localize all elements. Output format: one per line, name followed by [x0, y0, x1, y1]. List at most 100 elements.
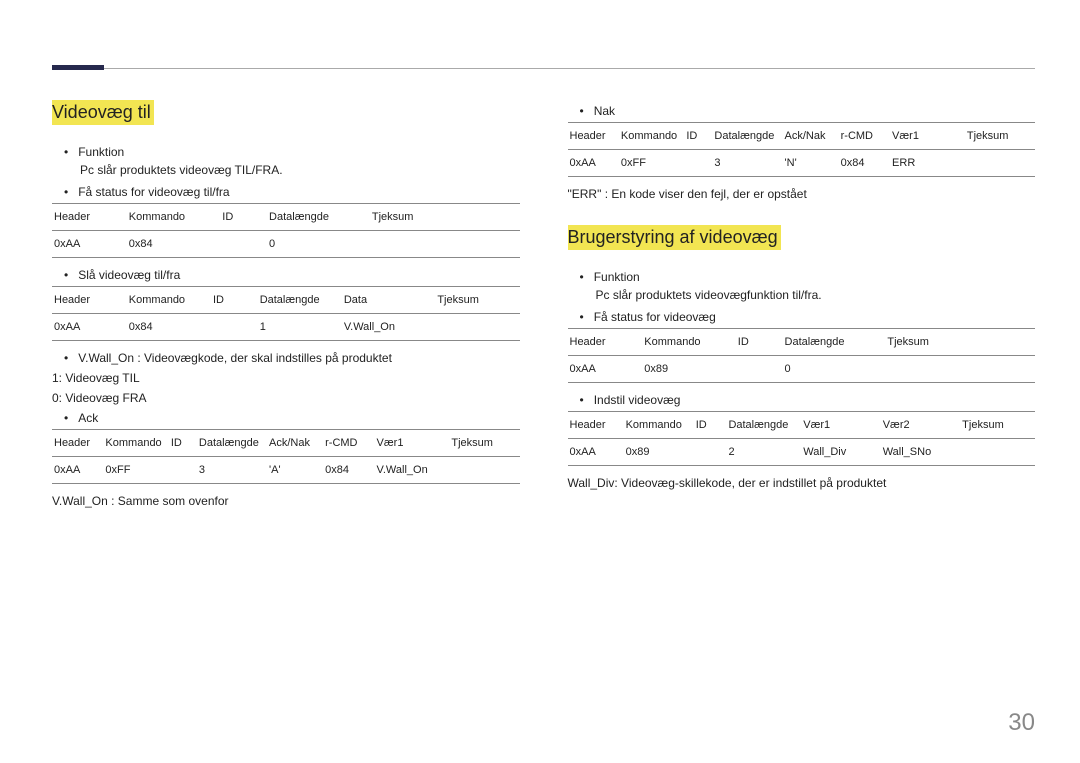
table-row: Header Kommando ID Datalængde Ack/Nak r-…	[52, 430, 520, 457]
page-content: Videovæg til Funktion Pc slår produktets…	[52, 100, 1035, 514]
table-row: 0xAA 0x84 0	[52, 231, 520, 258]
desc-funktion: Pc slår produktets videovæg TIL/FRA.	[80, 163, 520, 177]
th: Tjeksum	[449, 430, 519, 457]
walldiv-note: Wall_Div: Videovæg-skillekode, der er in…	[568, 476, 1036, 490]
table-status: Header Kommando ID Datalængde Tjeksum 0x…	[52, 203, 520, 258]
th: ID	[694, 412, 727, 439]
th: Kommando	[642, 329, 736, 356]
table-nak: Header Kommando ID Datalængde Ack/Nak r-…	[568, 122, 1036, 177]
table-row: 0xAA 0xFF 3 'N' 0x84 ERR	[568, 150, 1036, 177]
th: Header	[568, 329, 643, 356]
td: 0x89	[624, 439, 694, 466]
td: V.Wall_On	[375, 457, 450, 484]
td: Wall_SNo	[881, 439, 960, 466]
table-row: 0xAA 0x89 2 Wall_Div Wall_SNo	[568, 439, 1036, 466]
td	[370, 231, 520, 258]
td: 0x84	[839, 150, 890, 177]
td: 0x84	[127, 231, 221, 258]
bullet-status: Få status for videovæg til/fra	[64, 185, 520, 199]
th: ID	[169, 430, 197, 457]
td: 0xAA	[52, 231, 127, 258]
bullet-vwall-note: V.Wall_On : Videovægkode, der skal indst…	[64, 351, 520, 365]
th: Ack/Nak	[267, 430, 323, 457]
th: Kommando	[619, 123, 684, 150]
td: 3	[197, 457, 267, 484]
td: ERR	[890, 150, 965, 177]
same-note: V.Wall_On : Samme som ovenfor	[52, 494, 520, 508]
th: Datalængde	[712, 123, 782, 150]
table-set: Header Kommando ID Datalængde Data Tjeks…	[52, 286, 520, 341]
td: 0xAA	[568, 150, 619, 177]
td	[960, 439, 1035, 466]
table-set-r: Header Kommando ID Datalængde Vær1 Vær2 …	[568, 411, 1036, 466]
legend-off: 0: Videovæg FRA	[52, 391, 520, 405]
bullet-ack: Ack	[64, 411, 520, 425]
page-number: 30	[1008, 709, 1035, 737]
bullet-nak: Nak	[580, 104, 1036, 118]
th: Datalængde	[783, 329, 886, 356]
th: ID	[211, 287, 258, 314]
top-rule	[52, 68, 1035, 69]
td: 0xFF	[619, 150, 684, 177]
label-set-r: Indstil videovæg	[594, 393, 681, 407]
td: 0x89	[642, 356, 736, 383]
th: ID	[684, 123, 712, 150]
td: 'A'	[267, 457, 323, 484]
td: 0x84	[127, 314, 211, 341]
th: Header	[52, 287, 127, 314]
label-vwall-note: V.Wall_On : Videovægkode, der skal indst…	[78, 351, 392, 365]
th: Datalængde	[267, 204, 370, 231]
th: Datalængde	[726, 412, 801, 439]
th: Vær2	[881, 412, 960, 439]
td: V.Wall_On	[342, 314, 436, 341]
th: Kommando	[624, 412, 694, 439]
th: Tjeksum	[885, 329, 1035, 356]
td	[965, 150, 1035, 177]
th: Vær1	[890, 123, 965, 150]
table-row: 0xAA 0xFF 3 'A' 0x84 V.Wall_On	[52, 457, 520, 484]
th: Header	[568, 123, 619, 150]
bullet-set: Slå videovæg til/fra	[64, 268, 520, 282]
th: Vær1	[375, 430, 450, 457]
table-row: Header Kommando ID Datalængde Ack/Nak r-…	[568, 123, 1036, 150]
th: Tjeksum	[960, 412, 1035, 439]
td	[684, 150, 712, 177]
label-status-r: Få status for videovæg	[594, 310, 716, 324]
td: 0xAA	[52, 457, 103, 484]
th: Datalængde	[197, 430, 267, 457]
table-row: Header Kommando ID Datalængde Data Tjeks…	[52, 287, 520, 314]
th: Header	[52, 430, 103, 457]
th: ID	[736, 329, 783, 356]
td: 'N'	[783, 150, 839, 177]
right-column: Nak Header Kommando ID Datalængde Ack/Na…	[568, 100, 1036, 514]
th: Header	[568, 412, 624, 439]
table-status-r: Header Kommando ID Datalængde Tjeksum 0x…	[568, 328, 1036, 383]
table-row: 0xAA 0x89 0	[568, 356, 1036, 383]
th: r-CMD	[839, 123, 890, 150]
td: 2	[726, 439, 801, 466]
td: 3	[712, 150, 782, 177]
table-row: 0xAA 0x84 1 V.Wall_On	[52, 314, 520, 341]
th: Kommando	[103, 430, 168, 457]
bullet-funktion-r: Funktion	[580, 270, 1036, 284]
bullet-status-r: Få status for videovæg	[580, 310, 1036, 324]
label-nak: Nak	[594, 104, 615, 118]
table-row: Header Kommando ID Datalængde Tjeksum	[52, 204, 520, 231]
th: r-CMD	[323, 430, 374, 457]
td	[885, 356, 1035, 383]
td: 0xAA	[52, 314, 127, 341]
err-note: "ERR" : En kode viser den fejl, der er o…	[568, 187, 1036, 201]
bullet-set-r: Indstil videovæg	[580, 393, 1036, 407]
td: 1	[258, 314, 342, 341]
label-funktion-r: Funktion	[594, 270, 640, 284]
heading-brugerstyring: Brugerstyring af videovæg	[568, 225, 781, 250]
th: Tjeksum	[965, 123, 1035, 150]
td	[449, 457, 519, 484]
td	[736, 356, 783, 383]
th: ID	[220, 204, 267, 231]
table-ack: Header Kommando ID Datalængde Ack/Nak r-…	[52, 429, 520, 484]
label-status: Få status for videovæg til/fra	[78, 185, 229, 199]
td: 0xAA	[568, 356, 643, 383]
table-row: Header Kommando ID Datalængde Tjeksum	[568, 329, 1036, 356]
th: Vær1	[801, 412, 880, 439]
